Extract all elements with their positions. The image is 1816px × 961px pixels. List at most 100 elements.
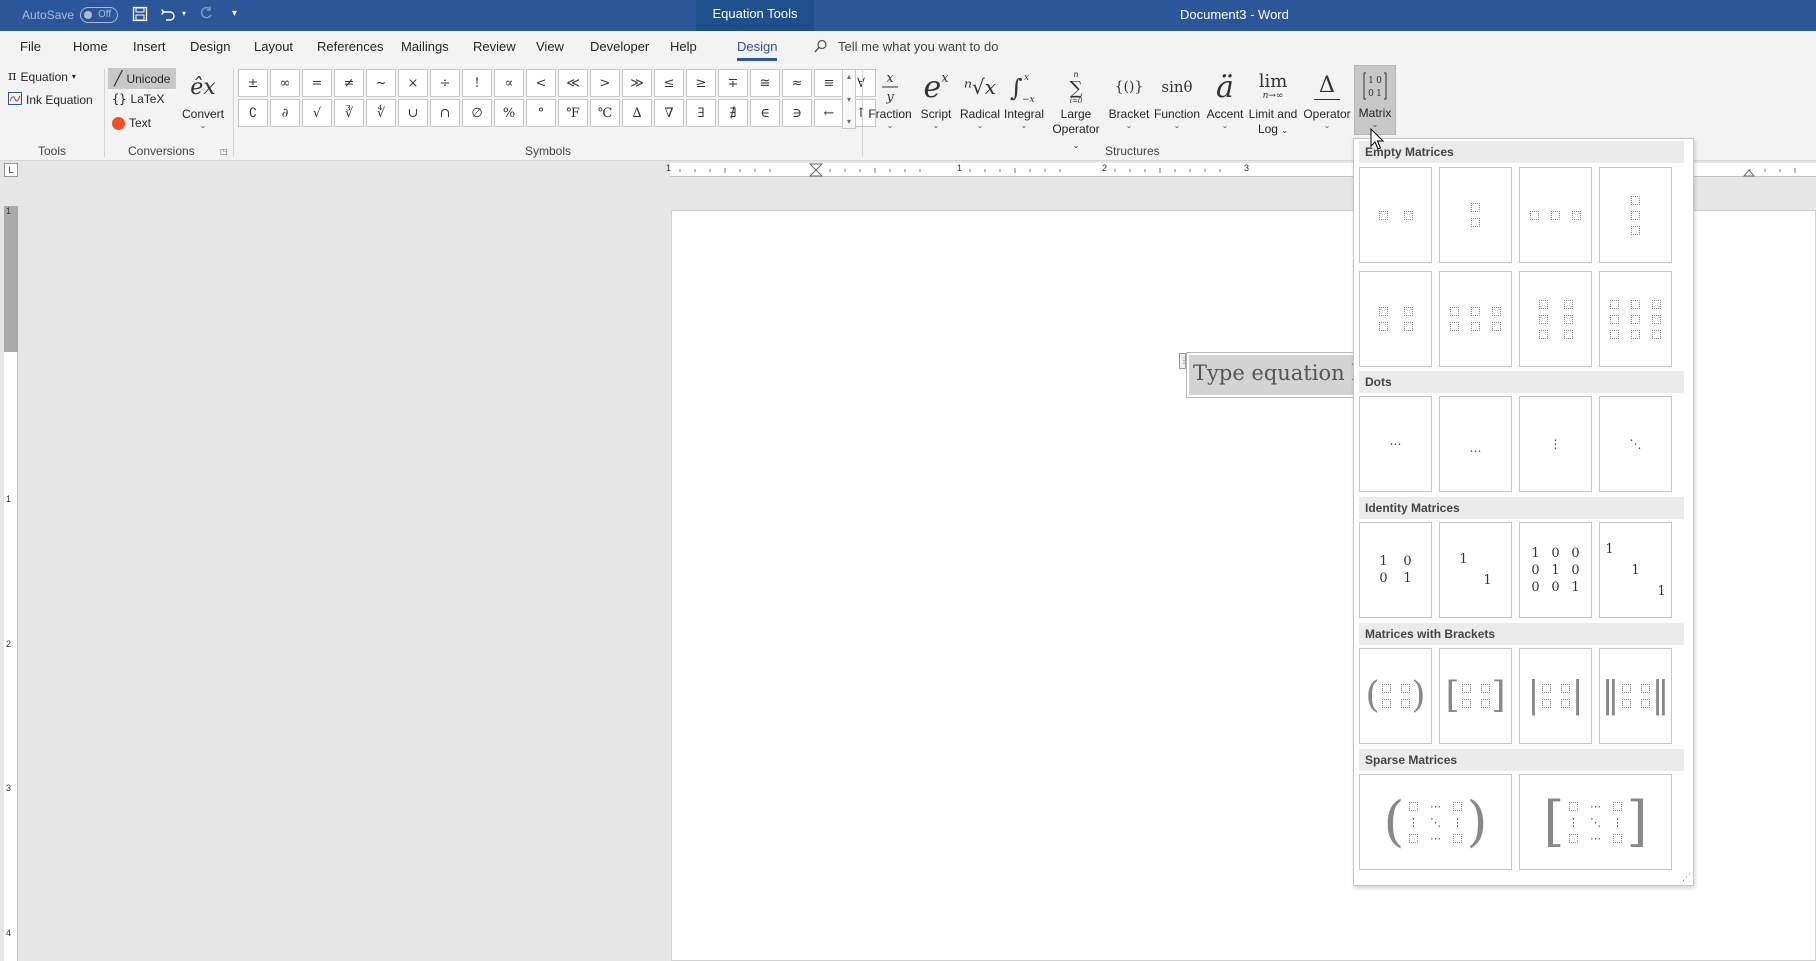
tab-view[interactable]: View	[536, 39, 564, 54]
symbol-button[interactable]: ∓	[718, 69, 748, 97]
integral-button[interactable]: ∫ x −x Integral ⌄	[1002, 67, 1046, 130]
dialog-launcher-icon[interactable]: ◳	[220, 147, 228, 156]
symbol-button[interactable]: <	[526, 69, 556, 97]
symbol-button[interactable]: ∪	[398, 99, 428, 127]
tell-me-search[interactable]: Tell me what you want to do	[838, 39, 998, 54]
symbol-button[interactable]: ∈	[750, 99, 780, 127]
matrix-2x2-brackets[interactable]: []	[1439, 648, 1512, 744]
symbol-button[interactable]: >	[590, 69, 620, 97]
radical-button[interactable]: ⁿ√x Radical ⌄	[958, 67, 1002, 130]
scroll-down-icon[interactable]: ▾	[847, 95, 851, 104]
matrix-2x3-empty[interactable]	[1439, 271, 1512, 367]
symbol-button[interactable]: ∅	[462, 99, 492, 127]
more-icon[interactable]: ▾	[847, 117, 851, 126]
resize-grip-icon[interactable]: ⋰	[1682, 872, 1691, 883]
symbol-button[interactable]: ≪	[558, 69, 588, 97]
operator-button[interactable]: Δ Operator ⌄	[1302, 67, 1352, 130]
ink-equation-button[interactable]: Ink Equation	[8, 92, 93, 108]
dots-baseline-horizontal[interactable]: …	[1439, 396, 1512, 492]
text-option[interactable]: Text	[112, 116, 151, 130]
dots-midline-horizontal[interactable]: ⋯	[1359, 396, 1432, 492]
tab-layout[interactable]: Layout	[254, 39, 293, 54]
tab-references[interactable]: References	[317, 39, 383, 54]
tab-file[interactable]: File	[20, 39, 41, 54]
matrix-3x1-empty[interactable]	[1599, 167, 1672, 263]
symbol-button[interactable]: ∇	[654, 99, 684, 127]
symbol-button[interactable]: °	[526, 99, 556, 127]
function-button[interactable]: sinθ Function ⌄	[1152, 67, 1202, 130]
symbol-button[interactable]: ∞	[270, 69, 300, 97]
symbol-button[interactable]: √	[302, 99, 332, 127]
accent-button[interactable]: ä Accent ⌄	[1204, 67, 1246, 130]
matrix-2x2-bars[interactable]: | |	[1519, 648, 1592, 744]
symbol-button[interactable]: ÷	[430, 69, 460, 97]
symbol-button[interactable]: ∛	[334, 99, 364, 127]
symbol-button[interactable]: ←	[814, 99, 844, 127]
save-icon[interactable]	[132, 6, 148, 26]
tab-design[interactable]: Design	[190, 39, 230, 54]
tab-selector[interactable]: L	[4, 163, 18, 177]
symbol-button[interactable]: =	[302, 69, 332, 97]
symbol-button[interactable]: !	[462, 69, 492, 97]
sparse-matrix-parentheses[interactable]: ( ⋯ ⋮ ⋱ ⋮ ⋯ )	[1359, 774, 1512, 870]
dots-vertical[interactable]: ⋮	[1519, 396, 1592, 492]
large-operator-button[interactable]: n ∑ i=0 Large Operator ⌄	[1050, 67, 1102, 153]
symbol-button[interactable]: ≡	[814, 69, 844, 97]
symbol-button[interactable]: ∆	[622, 99, 652, 127]
identity-2x2[interactable]: 10 01	[1359, 522, 1432, 618]
symbol-button[interactable]: ≈	[782, 69, 812, 97]
matrix-1x3-empty[interactable]	[1519, 167, 1592, 263]
tab-mailings[interactable]: Mailings	[401, 39, 449, 54]
tab-home[interactable]: Home	[73, 39, 108, 54]
symbol-button[interactable]: ∂	[270, 99, 300, 127]
matrix-2x1-empty[interactable]	[1439, 167, 1512, 263]
autosave-toggle[interactable]: Off	[80, 7, 118, 23]
symbol-button[interactable]: ∃	[686, 99, 716, 127]
equation-button[interactable]: π Equation ▾	[8, 69, 76, 84]
matrix-1x2-empty[interactable]	[1359, 167, 1432, 263]
identity-2x2-sparse[interactable]: 1 1	[1439, 522, 1512, 618]
symbol-button[interactable]: ~	[366, 69, 396, 97]
symbol-button[interactable]: ±	[238, 69, 268, 97]
equation-placeholder[interactable]: Type equation here.	[1189, 355, 1365, 395]
symbol-button[interactable]: %	[494, 99, 524, 127]
symbol-button[interactable]: ∩	[430, 99, 460, 127]
tab-equation-design[interactable]: Design	[737, 39, 778, 61]
latex-option[interactable]: {} LaTeX	[112, 92, 164, 106]
customize-qat-icon[interactable]: ▾	[232, 8, 237, 19]
symbols-gallery-scroll[interactable]: ▴ ▾ ▾	[842, 69, 856, 129]
symbol-button[interactable]: ∋	[782, 99, 812, 127]
undo-icon[interactable]	[160, 6, 176, 26]
matrix-button[interactable]: 1001 Matrix ⌄	[1354, 65, 1396, 135]
matrix-2x2-parentheses[interactable]: ()	[1359, 648, 1432, 744]
script-button[interactable]: ex Script ⌄	[914, 67, 958, 130]
identity-3x3[interactable]: 100 010 001	[1519, 522, 1592, 618]
symbol-button[interactable]: ∝	[494, 69, 524, 97]
symbol-button[interactable]: ×	[398, 69, 428, 97]
symbol-button[interactable]: ℉	[558, 99, 588, 127]
tab-review[interactable]: Review	[473, 39, 516, 54]
redo-icon[interactable]	[198, 6, 214, 26]
symbol-button[interactable]: ∁	[238, 99, 268, 127]
symbol-button[interactable]: ∜	[366, 99, 396, 127]
scroll-up-icon[interactable]: ▴	[847, 72, 851, 81]
matrix-3x3-empty[interactable]	[1599, 271, 1672, 367]
bracket-button[interactable]: {()} Bracket ⌄	[1106, 67, 1152, 130]
equation-handle-icon[interactable]: ⋮	[1179, 353, 1188, 369]
fraction-button[interactable]: xy Fraction ⌄	[866, 67, 914, 130]
tab-help[interactable]: Help	[670, 39, 697, 54]
matrix-2x2-double-bars[interactable]: ‖ ‖	[1599, 648, 1672, 744]
limit-and-log-button[interactable]: lim n→∞ Limit and Log ⌄	[1246, 67, 1300, 138]
tab-insert[interactable]: Insert	[133, 39, 166, 54]
matrix-2x2-empty[interactable]	[1359, 271, 1432, 367]
symbol-button[interactable]: ≠	[334, 69, 364, 97]
identity-3x3-sparse[interactable]: 1 1 1	[1599, 522, 1672, 618]
unicode-option[interactable]: ╱ Unicode	[108, 68, 177, 89]
symbol-button[interactable]: ≤	[654, 69, 684, 97]
symbol-button[interactable]: ≥	[686, 69, 716, 97]
vertical-ruler[interactable]: 1 1 2 3 4	[4, 206, 18, 961]
symbol-button[interactable]: ∄	[718, 99, 748, 127]
symbol-button[interactable]: ≫	[622, 69, 652, 97]
tab-developer[interactable]: Developer	[590, 39, 649, 54]
symbol-button[interactable]: ≅	[750, 69, 780, 97]
